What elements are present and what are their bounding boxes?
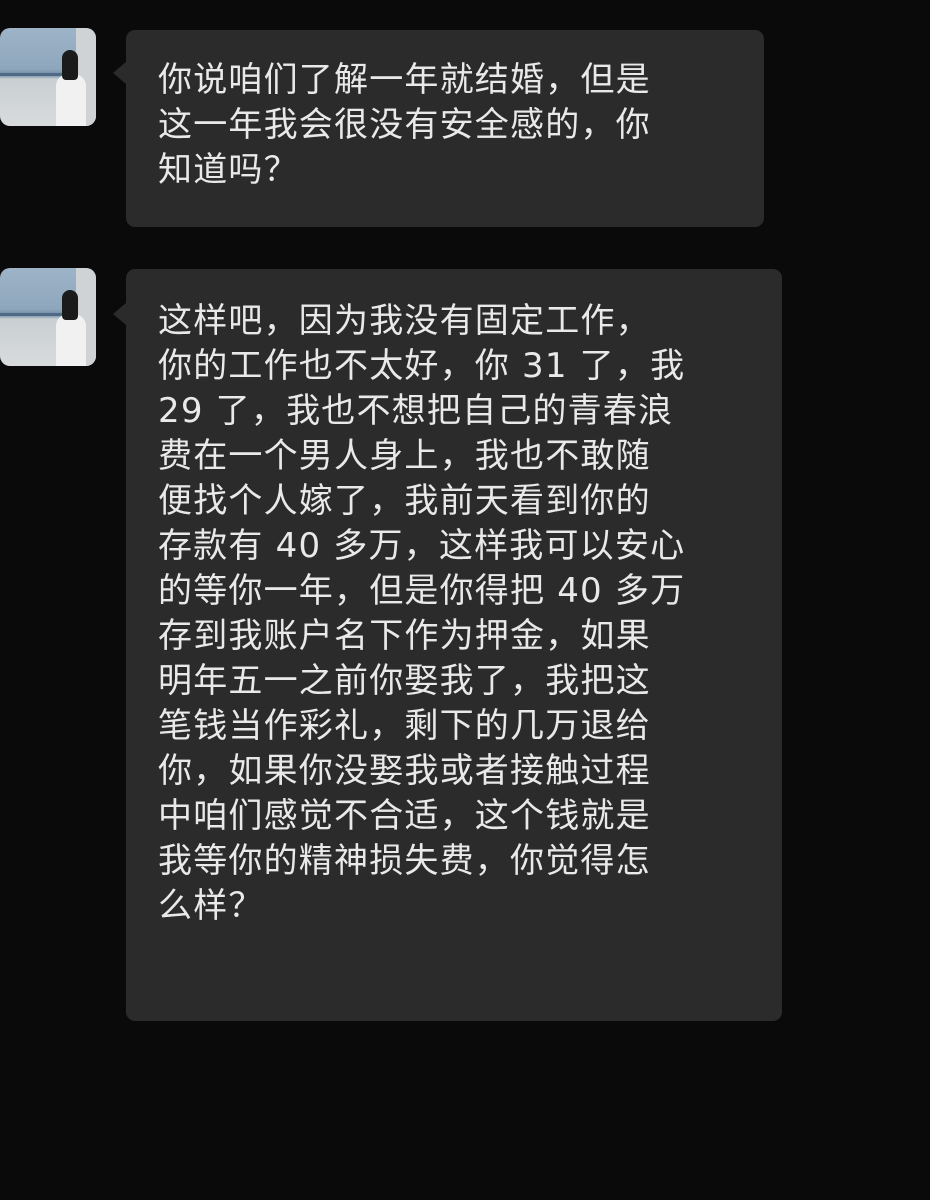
message-bubble[interactable]: 这样吧，因为我没有固定工作， 你的工作也不太好，你 31 了，我 29 了，我也… (126, 269, 782, 1021)
bubble-tail (113, 303, 126, 325)
avatar-figure-dress (56, 74, 86, 126)
avatar-figure-dress (56, 314, 86, 366)
bubble-tail (113, 62, 126, 84)
avatar-figure-hair (62, 50, 78, 80)
contact-avatar[interactable] (0, 28, 96, 126)
chat-conversation: 你说咱们了解一年就结婚，但是 这一年我会很没有安全感的，你 知道吗？ 这样吧，因… (0, 0, 930, 1200)
avatar-figure-hair (62, 290, 78, 320)
contact-avatar[interactable] (0, 268, 96, 366)
message-bubble[interactable]: 你说咱们了解一年就结婚，但是 这一年我会很没有安全感的，你 知道吗？ (126, 30, 764, 227)
